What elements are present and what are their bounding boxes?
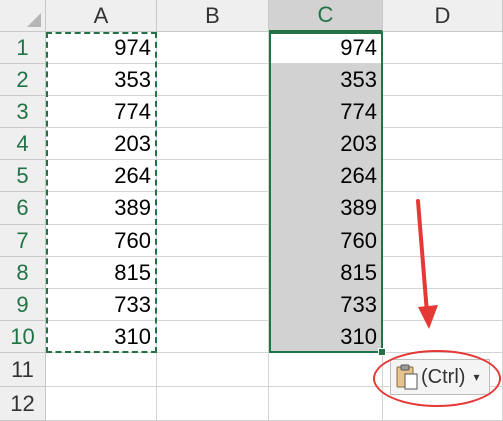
row-header-5[interactable]: 5 <box>0 160 46 192</box>
cell-d9[interactable] <box>383 289 503 321</box>
cell-a8[interactable]: 815 <box>46 257 157 289</box>
cell-d6[interactable] <box>383 192 503 225</box>
row-header-2[interactable]: 2 <box>0 64 46 96</box>
cell-b5[interactable] <box>157 160 269 192</box>
column-header-a[interactable]: A <box>46 0 157 32</box>
cell-a7[interactable]: 760 <box>46 225 157 257</box>
cell-a9[interactable]: 733 <box>46 289 157 321</box>
paste-options-button[interactable]: (Ctrl) ▾ <box>390 359 490 395</box>
fill-handle[interactable] <box>378 348 386 356</box>
cell-a2[interactable]: 353 <box>46 64 157 96</box>
cell-b8[interactable] <box>157 257 269 289</box>
cell-b9[interactable] <box>157 289 269 321</box>
cell-c8[interactable]: 815 <box>269 257 383 289</box>
row-header-6[interactable]: 6 <box>0 192 46 225</box>
cell-a4[interactable]: 203 <box>46 128 157 160</box>
row-header-8[interactable]: 8 <box>0 257 46 289</box>
row-header-10[interactable]: 10 <box>0 321 46 353</box>
cell-c10[interactable]: 310 <box>269 321 383 353</box>
cell-c6[interactable]: 389 <box>269 192 383 225</box>
cell-c12[interactable] <box>269 387 383 421</box>
select-all-corner[interactable] <box>0 0 46 32</box>
column-header-c[interactable]: C <box>269 0 383 32</box>
cell-b4[interactable] <box>157 128 269 160</box>
cell-c5[interactable]: 264 <box>269 160 383 192</box>
spreadsheet-grid: A B C D 1 2 3 4 5 6 7 8 9 10 11 12 974 9… <box>0 0 503 421</box>
cell-c11[interactable] <box>269 353 383 387</box>
cell-a5[interactable]: 264 <box>46 160 157 192</box>
cell-b10[interactable] <box>157 321 269 353</box>
cell-a11[interactable] <box>46 353 157 387</box>
cell-d2[interactable] <box>383 64 503 96</box>
cell-a12[interactable] <box>46 387 157 421</box>
cell-b3[interactable] <box>157 96 269 128</box>
cell-a1[interactable]: 974 <box>46 32 157 64</box>
row-header-7[interactable]: 7 <box>0 225 46 257</box>
column-header-d[interactable]: D <box>383 0 503 32</box>
cell-a10[interactable]: 310 <box>46 321 157 353</box>
column-header-b[interactable]: B <box>157 0 269 32</box>
row-header-12[interactable]: 12 <box>0 387 46 421</box>
cell-d1[interactable] <box>383 32 503 64</box>
cell-b1[interactable] <box>157 32 269 64</box>
cell-c9[interactable]: 733 <box>269 289 383 321</box>
cell-b6[interactable] <box>157 192 269 225</box>
row-header-9[interactable]: 9 <box>0 289 46 321</box>
cell-b2[interactable] <box>157 64 269 96</box>
clipboard-paste-icon <box>396 364 418 390</box>
cell-a6[interactable]: 389 <box>46 192 157 225</box>
cell-d3[interactable] <box>383 96 503 128</box>
cell-c7[interactable]: 760 <box>269 225 383 257</box>
select-all-triangle-icon <box>27 13 41 27</box>
paste-options-label: (Ctrl) <box>421 365 466 388</box>
cell-d8[interactable] <box>383 257 503 289</box>
chevron-down-icon: ▾ <box>473 370 480 384</box>
row-header-11[interactable]: 11 <box>0 353 46 387</box>
row-header-3[interactable]: 3 <box>0 96 46 128</box>
cell-d5[interactable] <box>383 160 503 192</box>
cell-a3[interactable]: 774 <box>46 96 157 128</box>
cell-b11[interactable] <box>157 353 269 387</box>
cell-c4[interactable]: 203 <box>269 128 383 160</box>
row-header-1[interactable]: 1 <box>0 32 46 64</box>
cell-d4[interactable] <box>383 128 503 160</box>
cell-b12[interactable] <box>157 387 269 421</box>
cell-d10[interactable] <box>383 321 503 353</box>
cell-d7[interactable] <box>383 225 503 257</box>
cell-c2[interactable]: 353 <box>269 64 383 96</box>
cell-c1[interactable]: 974 <box>269 32 383 64</box>
row-header-4[interactable]: 4 <box>0 128 46 160</box>
cell-b7[interactable] <box>157 225 269 257</box>
cell-c3[interactable]: 774 <box>269 96 383 128</box>
